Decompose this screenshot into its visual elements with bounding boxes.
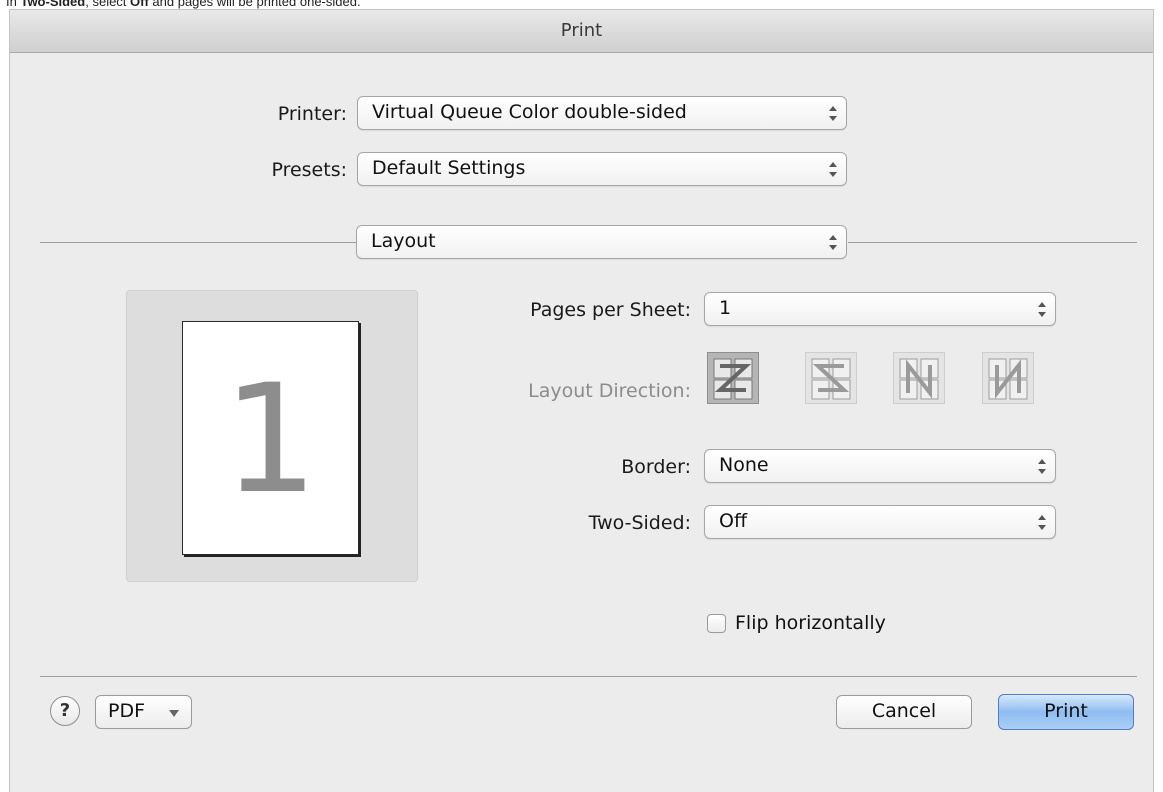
presets-label: Presets: [271,159,347,181]
popup-arrows-icon [1037,458,1047,475]
print-button[interactable]: Print [998,694,1134,730]
pdf-label: PDF [108,700,146,722]
flip-horizontally-label[interactable]: Flip horizontally [735,612,886,634]
section-popup[interactable]: Layout [356,225,847,259]
caption-emphasis: Two-Sided [20,0,86,9]
printer-value: Virtual Queue Color double-sided [372,101,687,123]
popup-arrows-icon [828,105,838,122]
pdf-menu-button[interactable]: PDF [95,695,192,729]
page-preview: 1 [182,321,359,555]
help-button[interactable]: ? [50,696,80,726]
border-value: None [719,454,769,476]
layout-direction-s-button[interactable] [805,352,857,404]
caption-text: In [6,0,21,9]
print-dialog: Print Printer: Virtual Queue Color doubl… [10,10,1153,792]
flip-horizontally-checkbox[interactable] [707,614,726,633]
section-divider-right [848,242,1137,243]
pages-per-sheet-label: Pages per Sheet: [530,299,691,321]
s-direction-icon [811,358,851,400]
footer-divider [40,676,1137,677]
layout-direction-n-button[interactable] [893,352,945,404]
chevron-down-icon [169,710,179,717]
caption-text: , select [85,0,131,9]
preview-page-number: 1 [222,353,319,527]
instruction-caption: In Two-Sided, select Off and pages will … [6,0,361,9]
presets-popup[interactable]: Default Settings [357,152,847,186]
caption-emphasis: Off [130,0,149,9]
z-direction-icon [713,358,753,400]
section-divider-left [40,242,356,243]
two-sided-label: Two-Sided: [588,512,691,534]
printer-label: Printer: [277,103,347,125]
popup-arrows-icon [1037,514,1047,531]
popup-arrows-icon [1037,301,1047,318]
layout-direction-n-reverse-button[interactable] [982,352,1034,404]
popup-arrows-icon [828,161,838,178]
popup-arrows-icon [828,234,838,251]
layout-direction-label: Layout Direction: [528,380,691,402]
pages-per-sheet-popup[interactable]: 1 [704,292,1056,326]
n-reverse-direction-icon [988,358,1028,400]
section-value: Layout [371,230,436,252]
layout-direction-z-button[interactable] [707,352,759,404]
two-sided-popup[interactable]: Off [704,505,1056,539]
n-direction-icon [899,358,939,400]
presets-value: Default Settings [372,157,526,179]
caption-text: and pages will be printed one-sided. [148,0,361,9]
border-popup[interactable]: None [704,449,1056,483]
border-label: Border: [621,456,691,478]
title-bar[interactable]: Print [10,10,1153,53]
printer-popup[interactable]: Virtual Queue Color double-sided [357,96,847,130]
cancel-button[interactable]: Cancel [836,695,972,729]
two-sided-value: Off [719,510,748,532]
pages-per-sheet-value: 1 [719,297,732,319]
window-title: Print [560,20,603,41]
